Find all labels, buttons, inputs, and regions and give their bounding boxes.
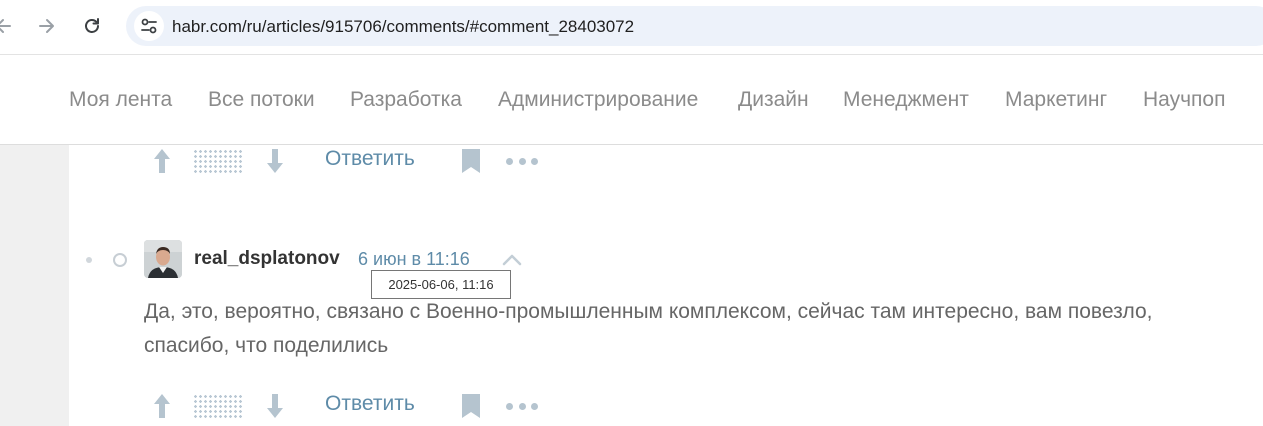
browser-toolbar: habr.com/ru/articles/915706/comments/#co… xyxy=(0,0,1263,55)
comment-body: Да, это, вероятно, связано с Военно-пром… xyxy=(144,300,1153,357)
thread-line-dot xyxy=(86,257,92,263)
arrow-down-icon xyxy=(267,394,283,418)
nav-popular-science[interactable]: Научпоп xyxy=(1143,88,1225,112)
thread-collapse-toggle[interactable] xyxy=(113,253,127,267)
avatar[interactable] xyxy=(144,240,182,278)
comment-author[interactable]: real_dsplatonov xyxy=(194,248,340,270)
reply-button[interactable]: Ответить xyxy=(325,392,415,416)
time-tooltip: 2025-06-06, 11:16 xyxy=(371,270,511,299)
upvote-button[interactable] xyxy=(150,390,174,422)
more-dot-icon xyxy=(518,402,526,410)
arrow-up-icon xyxy=(154,149,170,173)
arrow-left-icon xyxy=(0,19,11,33)
bookmark-icon xyxy=(462,149,480,173)
tune-icon xyxy=(141,18,157,34)
chevron-up-icon xyxy=(502,254,522,266)
nav-my-feed[interactable]: Моя лента xyxy=(69,88,172,112)
more-dot-icon xyxy=(518,157,526,165)
arrow-right-icon xyxy=(39,19,54,33)
nav-management[interactable]: Менеджмент xyxy=(843,88,969,112)
reply-button[interactable]: Ответить xyxy=(325,147,415,171)
comments-section: Ответить real_dsplatonov 6 июн в 11:16 2… xyxy=(69,145,1263,426)
site-nav: Моя лента Все потоки Разработка Админист… xyxy=(0,55,1263,145)
arrow-down-icon xyxy=(267,149,283,173)
nav-design[interactable]: Дизайн xyxy=(738,88,809,112)
more-dot-icon xyxy=(506,402,513,410)
bookmark-button[interactable] xyxy=(460,393,482,419)
downvote-button[interactable] xyxy=(263,145,287,177)
comment-actions: Ответить xyxy=(69,390,769,422)
user-avatar-icon xyxy=(144,240,182,278)
nav-development[interactable]: Разработка xyxy=(350,88,462,112)
vote-score-hidden xyxy=(193,149,243,173)
scroll-to-parent-button[interactable] xyxy=(501,251,523,267)
address-bar[interactable]: habr.com/ru/articles/915706/comments/#co… xyxy=(126,6,1263,46)
nav-marketing[interactable]: Маркетинг xyxy=(1005,88,1107,112)
more-dot-icon xyxy=(506,157,513,165)
site-info-button[interactable] xyxy=(134,11,164,41)
url-text[interactable]: habr.com/ru/articles/915706/comments/#co… xyxy=(172,17,634,37)
bookmark-icon xyxy=(462,394,480,418)
nav-all-streams[interactable]: Все потоки xyxy=(208,88,315,112)
more-dot-icon xyxy=(531,402,538,410)
downvote-button[interactable] xyxy=(263,390,287,422)
more-button[interactable] xyxy=(506,400,538,412)
reload-button[interactable] xyxy=(79,13,105,39)
reload-icon xyxy=(85,18,99,33)
upvote-button[interactable] xyxy=(150,145,174,177)
forward-button[interactable] xyxy=(34,13,60,39)
vote-score-hidden xyxy=(193,394,243,418)
previous-comment-actions: Ответить xyxy=(69,145,769,177)
bookmark-button[interactable] xyxy=(460,148,482,174)
back-button[interactable] xyxy=(0,13,16,39)
nav-administration[interactable]: Администрирование xyxy=(498,88,698,112)
left-gutter xyxy=(0,145,69,426)
more-dot-icon xyxy=(531,157,538,165)
comment-time-link[interactable]: 6 июн в 11:16 xyxy=(358,249,470,270)
more-button[interactable] xyxy=(506,155,538,167)
arrow-up-icon xyxy=(154,394,170,418)
